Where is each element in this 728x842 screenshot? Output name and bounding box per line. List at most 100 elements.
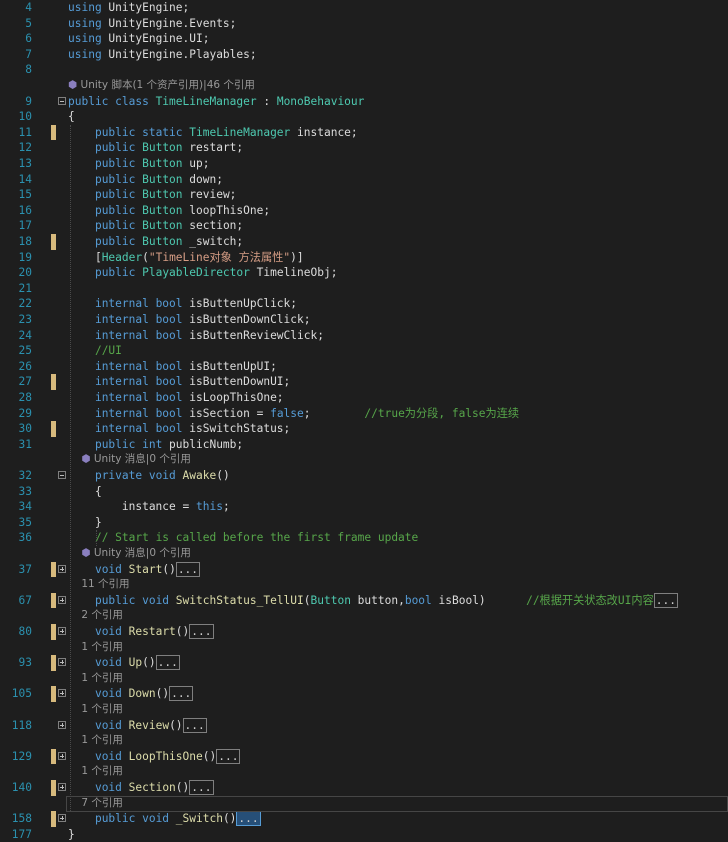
collapsed-region-button[interactable]: ... (169, 686, 194, 702)
collapsed-region-button[interactable]: ... (189, 780, 214, 795)
code-line[interactable]: 34 instance = this; (0, 499, 728, 515)
code-line[interactable]: 27 internal bool isButtenDownUI; (0, 374, 728, 390)
code-line[interactable]: 6 using UnityEngine.UI; (0, 31, 728, 47)
code-token: void (94, 781, 129, 794)
code-text: instance = this; (68, 499, 230, 515)
line-number: 16 (18, 203, 32, 217)
codelens-row[interactable]: ⬢ Unity 消息|0 个引用 (0, 452, 728, 468)
fold-plus-icon[interactable] (58, 751, 66, 760)
code-line[interactable]: 24 internal bool isButtenReviewClick; (0, 328, 728, 344)
collapsed-region-button[interactable]: ... (189, 624, 214, 639)
code-text: public Button up; (68, 156, 210, 172)
code-token: using (68, 47, 109, 61)
fold-plus-icon[interactable] (58, 720, 66, 729)
code-line[interactable]: 36 // Start is called before the first f… (0, 530, 728, 546)
collapsed-region-button[interactable]: ... (236, 811, 261, 827)
code-line[interactable]: 31 public int publicNumb; (0, 437, 728, 453)
code-token: public (94, 219, 143, 233)
fold-plus-icon[interactable] (58, 783, 66, 791)
code-line[interactable]: 158 public void _Switch()... (0, 811, 728, 827)
codelens-row[interactable]: 1 个引用 (0, 702, 728, 718)
codelens-label[interactable]: Unity 消息|0 个引用 (94, 453, 191, 465)
codelens-row[interactable]: 2 个引用 (0, 608, 728, 624)
code-line[interactable]: 8 (0, 62, 728, 78)
collapsed-region-button[interactable]: ... (155, 655, 180, 671)
code-line[interactable]: 29 internal bool isSection = false; //tr… (0, 406, 728, 422)
codelens-row[interactable]: 1 个引用 (0, 733, 728, 749)
code-line[interactable]: 12 public Button restart; (0, 140, 728, 156)
fold-plus-icon[interactable] (58, 627, 66, 635)
line-number: 129 (11, 749, 32, 763)
code-token: _Switch (175, 812, 223, 826)
fold-plus-icon[interactable] (58, 595, 66, 604)
fold-plus-icon[interactable] (58, 564, 66, 573)
code-line[interactable]: 13 public Button up; (0, 156, 728, 172)
code-line[interactable]: 18 public Button _switch; (0, 234, 728, 250)
code-line[interactable]: 10 { (0, 109, 728, 125)
code-line[interactable]: 26 internal bool isButtenUpUI; (0, 359, 728, 375)
code-token: bool (404, 593, 432, 607)
code-line[interactable]: 19 [Header("TimeLine对象 方法属性")] (0, 250, 728, 266)
code-line[interactable]: 22 internal bool isButtenUpClick; (0, 296, 728, 312)
code-line[interactable]: 33 { (0, 484, 728, 500)
codelens-row[interactable]: ⬢ Unity 脚本(1 个资产引用)|46 个引用 (0, 78, 728, 94)
codelens-row[interactable]: 11 个引用 (0, 577, 728, 593)
code-line[interactable]: 17 public Button section; (0, 218, 728, 234)
codelens-text: 1 个引用 (68, 671, 123, 684)
code-line[interactable]: 14 public Button down; (0, 172, 728, 188)
codelens-row[interactable]: 1 个引用 (0, 671, 728, 687)
code-line[interactable]: 21 (0, 281, 728, 297)
code-token: Button (142, 203, 183, 217)
codelens-text: 1 个引用 (68, 640, 123, 653)
codelens-row[interactable]: 1 个引用 (0, 640, 728, 656)
code-line[interactable]: 37 void Start()... (0, 561, 728, 578)
code-line[interactable]: 177} (0, 827, 728, 842)
code-line[interactable]: 11 public static TimeLineManager instanc… (0, 124, 728, 141)
code-line[interactable]: 30 internal bool isSwitchStatus; (0, 421, 728, 437)
code-token: ( (303, 593, 311, 607)
code-token: Section (128, 781, 176, 794)
code-token: isLoopThisOne; (189, 391, 284, 404)
code-line[interactable]: 140 void Section()... (0, 780, 728, 796)
code-line[interactable]: 105 void Down()... (0, 686, 728, 702)
fold-minus-icon[interactable] (58, 471, 66, 479)
code-token: Start (128, 562, 163, 576)
code-text: void Down()... (68, 686, 194, 702)
code-line[interactable]: 32 private void Awake() (0, 468, 728, 484)
unity-icon: ⬢ (68, 79, 81, 91)
code-line[interactable]: 5 using UnityEngine.Events; (0, 16, 728, 32)
code-line[interactable]: 67 public void SwitchStatus_TellUI(Butto… (0, 592, 728, 609)
collapsed-region-button[interactable]: ... (182, 717, 207, 733)
code-token: instance; (290, 125, 358, 139)
code-line[interactable]: 9 public class TimeLineManager : MonoBeha… (0, 94, 728, 110)
fold-plus-icon[interactable] (58, 689, 66, 698)
unity-icon: ⬢ (81, 453, 94, 466)
code-text: } (68, 515, 102, 531)
fold-plus-icon[interactable] (58, 658, 66, 667)
code-token: ( (142, 250, 149, 264)
code-line[interactable]: 15 public Button review; (0, 187, 728, 203)
code-line[interactable]: 35 } (0, 515, 728, 531)
code-line[interactable]: 118 void Review()... (0, 717, 728, 734)
fold-minus-icon[interactable] (58, 96, 66, 105)
code-line[interactable]: 28 internal bool isLoopThisOne; (0, 390, 728, 406)
codelens-row[interactable]: 1 个引用 (0, 764, 728, 780)
collapsed-region-button[interactable]: ... (175, 561, 201, 577)
collapsed-region-button[interactable]: ... (653, 592, 678, 608)
codelens-row[interactable]: ⬢ Unity 消息|0 个引用 (0, 546, 728, 562)
code-line[interactable]: 129 void LoopThisOne()... (0, 748, 728, 765)
code-line[interactable]: 93 void Up()... (0, 655, 728, 671)
code-token: () (216, 469, 230, 482)
code-line[interactable]: 80 void Restart()... (0, 624, 728, 640)
code-line[interactable]: 25 //UI (0, 343, 728, 359)
collapsed-region-button[interactable]: ... (216, 748, 241, 764)
code-line[interactable]: 4 using UnityEngine; (0, 0, 728, 16)
codelens-label[interactable]: Unity 脚本(1 个资产引用)|46 个引用 (81, 79, 255, 91)
code-line[interactable]: 7 using UnityEngine.Playables; (0, 47, 728, 63)
fold-plus-icon[interactable] (58, 814, 66, 823)
code-token: { (68, 110, 75, 124)
code-line[interactable]: 23 internal bool isButtenDownClick; (0, 312, 728, 328)
code-line[interactable]: 20 public PlayableDirector TimelineObj; (0, 265, 728, 281)
codelens-label[interactable]: Unity 消息|0 个引用 (94, 547, 191, 559)
code-line[interactable]: 16 public Button loopThisOne; (0, 203, 728, 219)
